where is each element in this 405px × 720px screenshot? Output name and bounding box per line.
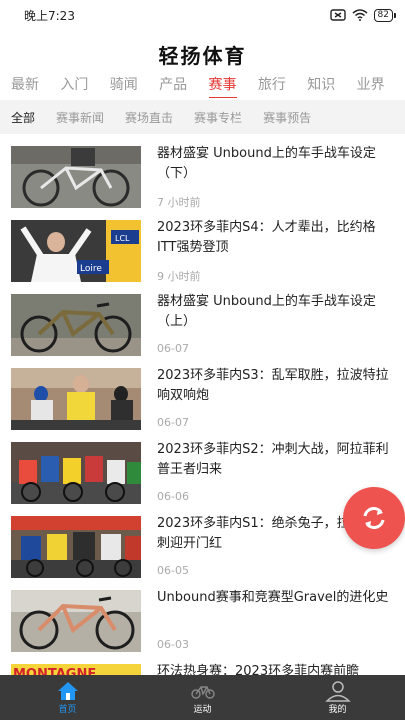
article-feed: 器材盛宴 Unbound上的车手战车设定（下） 7 小时前 LCL Loire … bbox=[0, 134, 405, 675]
bicycle-icon bbox=[190, 680, 215, 702]
article-time: 06-03 bbox=[157, 638, 189, 651]
article-title: 环法热身赛：2023环多菲内赛前瞻 bbox=[157, 664, 360, 675]
tab-latest[interactable]: 最新 bbox=[10, 74, 59, 98]
tab-knowledge[interactable]: 知识 bbox=[306, 74, 355, 98]
nav-mine-label: 我的 bbox=[328, 705, 347, 715]
nav-sport[interactable]: 运动 bbox=[135, 675, 270, 720]
home-icon bbox=[57, 680, 79, 702]
category-tabs: 最新 入门 骑闻 产品 赛事 旅行 知识 业界 bbox=[0, 74, 405, 98]
article-time: 06-05 bbox=[157, 564, 189, 577]
status-time: 晚上7:23 bbox=[24, 8, 75, 23]
bottom-nav: 首页 运动 我的 bbox=[0, 675, 405, 720]
article-thumbnail bbox=[11, 516, 141, 578]
wifi-icon bbox=[352, 9, 368, 21]
refresh-button[interactable] bbox=[343, 487, 405, 549]
list-item[interactable]: 器材盛宴 Unbound上的车手战车设定（上） 06-07 bbox=[0, 282, 405, 356]
article-title: 2023环多菲内S2：冲刺大战，阿拉菲利普王者归来 bbox=[157, 442, 389, 477]
tab-cycling-news[interactable]: 骑闻 bbox=[109, 74, 158, 98]
article-thumbnail bbox=[11, 368, 141, 430]
article-thumbnail bbox=[11, 590, 141, 652]
article-time: 06-07 bbox=[157, 342, 189, 355]
article-thumbnail bbox=[11, 294, 141, 356]
article-title: 器材盛宴 Unbound上的车手战车设定（上） bbox=[157, 294, 376, 329]
article-time: 06-06 bbox=[157, 490, 189, 503]
status-bar: 晚上7:23 82 bbox=[0, 0, 405, 30]
refresh-icon bbox=[363, 507, 385, 529]
subtab-column[interactable]: 赛事专栏 bbox=[194, 109, 242, 126]
list-item[interactable]: 2023环多菲内S3：乱军取胜，拉波特拉响双响炮 06-07 bbox=[0, 356, 405, 430]
tab-events[interactable]: 赛事 bbox=[208, 74, 257, 98]
loire-logo-text: Loire bbox=[80, 264, 102, 274]
sub-tabs: 全部 赛事新闻 赛场直击 赛事专栏 赛事预告 bbox=[0, 100, 405, 134]
subtab-preview[interactable]: 赛事预告 bbox=[263, 109, 311, 126]
subtab-event-news[interactable]: 赛事新闻 bbox=[56, 109, 104, 126]
status-icons: 82 bbox=[329, 8, 397, 22]
article-thumbnail: LCL Loire bbox=[11, 220, 141, 282]
nav-mine[interactable]: 我的 bbox=[270, 675, 405, 720]
list-item[interactable]: Unbound赛事和竞赛型Gravel的进化史 06-03 bbox=[0, 578, 405, 652]
tab-travel[interactable]: 旅行 bbox=[257, 74, 306, 98]
article-thumbnail bbox=[11, 146, 141, 208]
article-title: 器材盛宴 Unbound上的车手战车设定（下） bbox=[157, 146, 376, 181]
subtab-live-scene[interactable]: 赛场直击 bbox=[125, 109, 173, 126]
nav-home[interactable]: 首页 bbox=[0, 675, 135, 720]
tab-industry[interactable]: 业界 bbox=[356, 74, 405, 98]
article-thumbnail bbox=[11, 442, 141, 504]
list-item[interactable]: LCL Loire 2023环多菲内S4：人才辈出，比约格ITT强势登顶 9 小… bbox=[0, 208, 405, 283]
list-item[interactable]: MONTAGNE 环法热身赛：2023环多菲内赛前瞻 bbox=[0, 652, 405, 675]
nav-sport-label: 运动 bbox=[193, 705, 212, 715]
tab-products[interactable]: 产品 bbox=[158, 74, 207, 98]
nav-home-label: 首页 bbox=[58, 705, 77, 715]
user-icon bbox=[324, 680, 351, 702]
list-item[interactable]: 器材盛宴 Unbound上的车手战车设定（下） 7 小时前 bbox=[0, 134, 405, 209]
subtab-all[interactable]: 全部 bbox=[11, 109, 35, 126]
no-sim-icon bbox=[329, 9, 346, 21]
article-title: Unbound赛事和竞赛型Gravel的进化史 bbox=[157, 590, 389, 605]
battery-icon: 82 bbox=[373, 8, 397, 22]
montagne-logo-text: MONTAGNE bbox=[13, 667, 96, 675]
article-title: 2023环多菲内S4：人才辈出，比约格ITT强势登顶 bbox=[157, 220, 376, 255]
list-item[interactable]: 2023环多菲内S2：冲刺大战，阿拉菲利普王者归来 06-06 bbox=[0, 430, 405, 504]
app-title: 轻扬体育 bbox=[158, 44, 247, 68]
tab-beginner[interactable]: 入门 bbox=[59, 74, 108, 98]
article-title: 2023环多菲内S3：乱军取胜，拉波特拉响双响炮 bbox=[157, 368, 389, 403]
lcl-logo-text: LCL bbox=[115, 234, 130, 243]
article-thumbnail: MONTAGNE bbox=[11, 664, 141, 675]
article-time: 06-07 bbox=[157, 416, 189, 429]
